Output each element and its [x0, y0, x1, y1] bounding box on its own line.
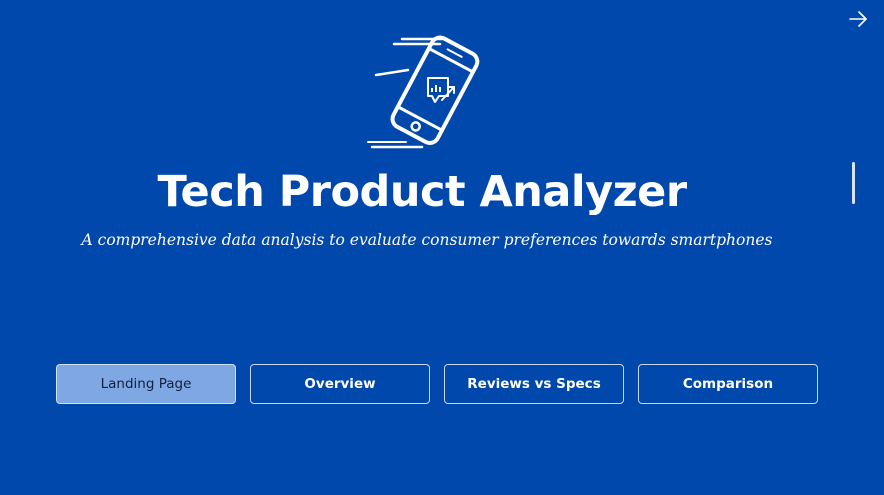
nav-button-overview[interactable]: Overview [250, 364, 430, 404]
page-title: Tech Product Analyzer [157, 167, 687, 217]
page-subtitle: A comprehensive data analysis to evaluat… [81, 231, 773, 249]
smartphone-chart-icon [366, 30, 492, 152]
nav-button-comparison[interactable]: Comparison [638, 364, 818, 404]
nav-button-reviews-vs-specs[interactable]: Reviews vs Specs [444, 364, 624, 404]
next-page-arrow-icon[interactable] [846, 8, 870, 30]
nav-button-landing-page[interactable]: Landing Page [56, 364, 236, 404]
scroll-indicator[interactable] [852, 162, 855, 204]
